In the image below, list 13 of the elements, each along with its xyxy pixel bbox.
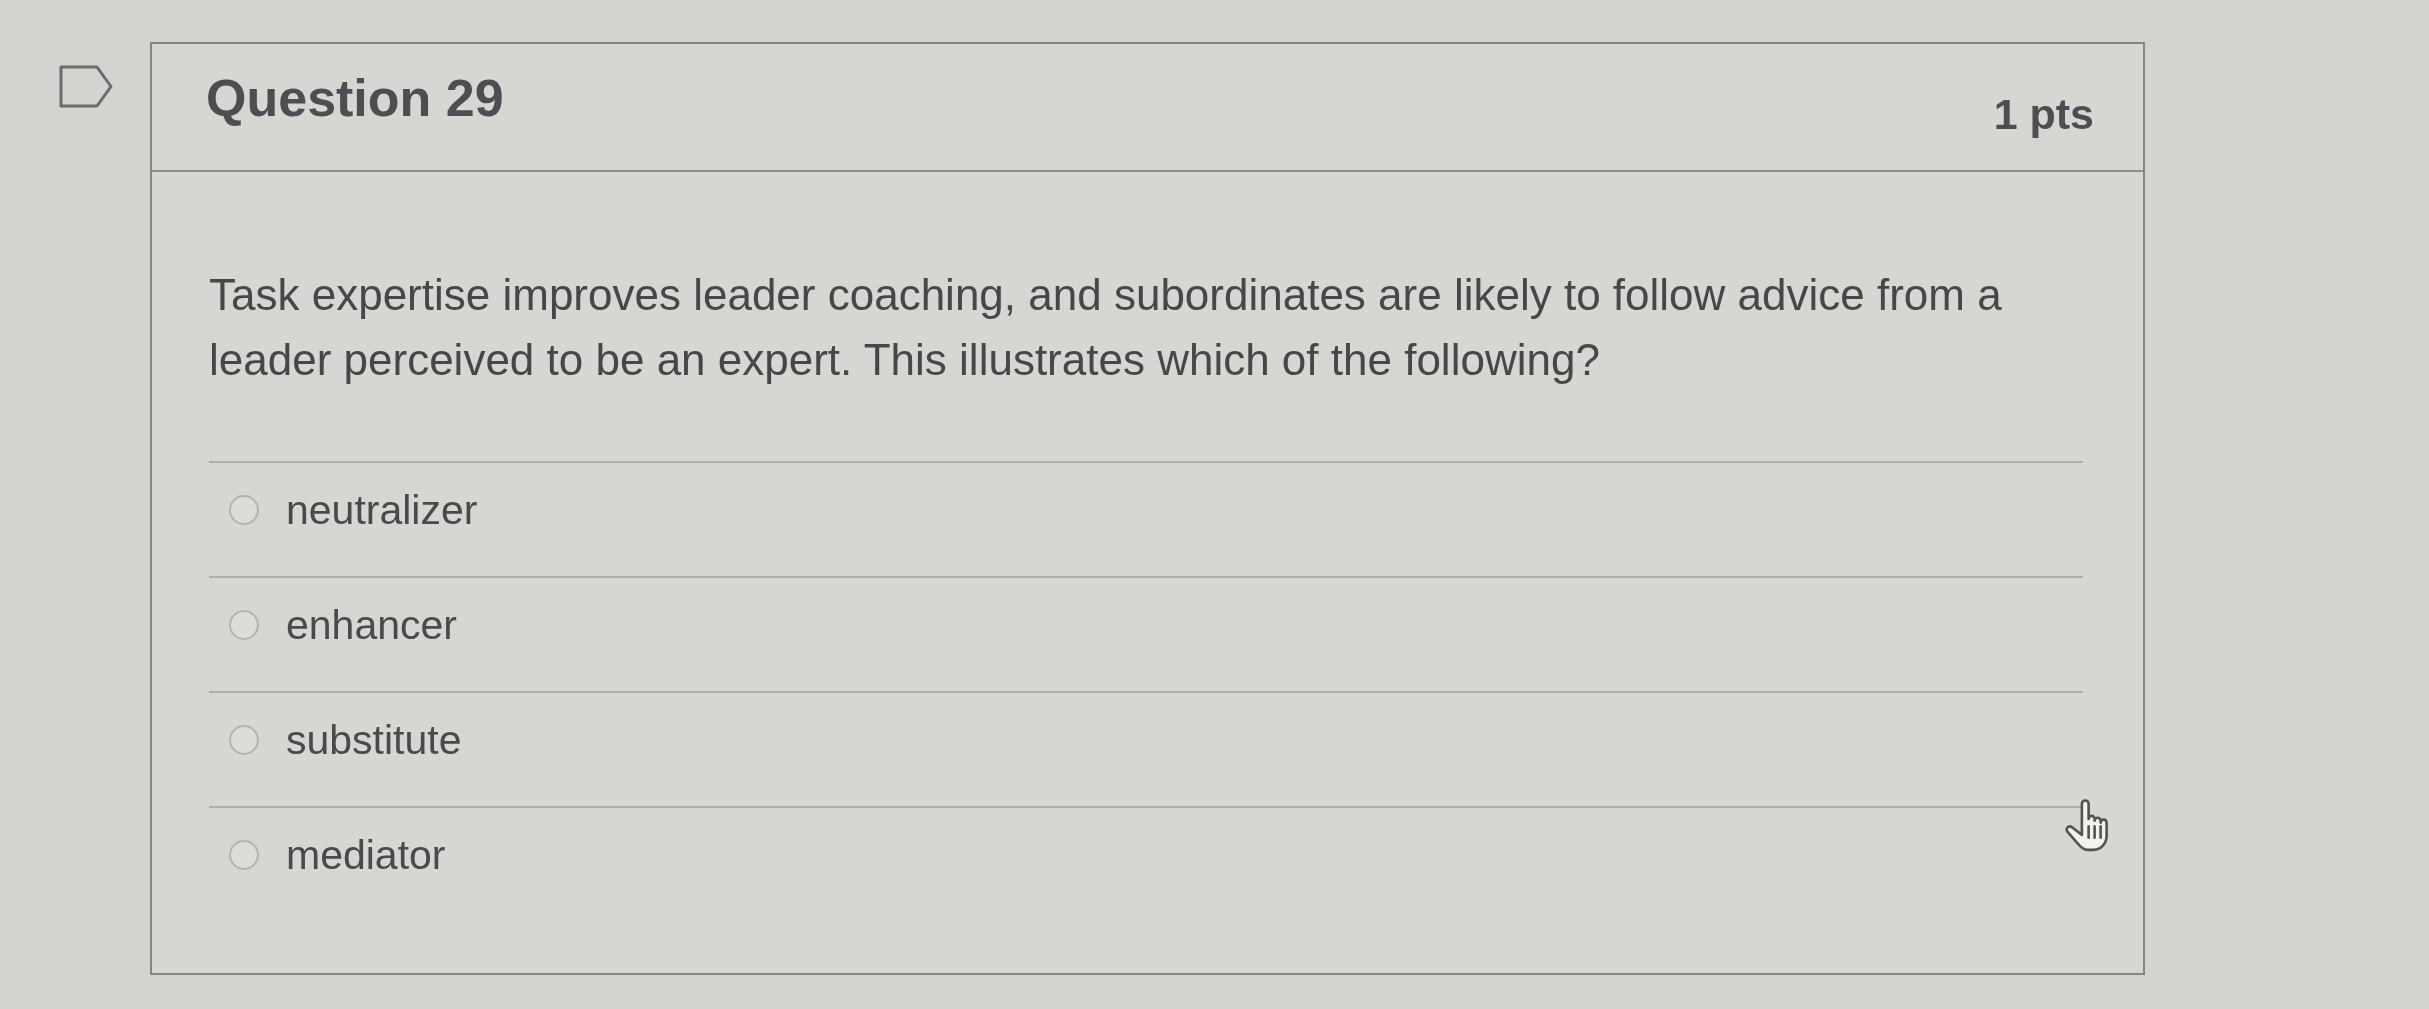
answer-label[interactable]: enhancer	[286, 600, 457, 650]
points-label: 1 pts	[1993, 92, 2094, 136]
question-text: Task expertise improves leader coaching, and subordinates are likely to follow advice from a leader perceived to be an expert. This illustrates which of the following?	[209, 269, 2003, 386]
radio-button[interactable]	[229, 725, 259, 755]
hand-cursor-icon	[2065, 798, 2110, 852]
radio-button[interactable]	[229, 495, 259, 525]
answer-label[interactable]: neutralizer	[286, 485, 478, 535]
answer-label[interactable]: substitute	[286, 715, 462, 765]
answer-label[interactable]: mediator	[286, 830, 446, 880]
question-title: Question 29	[206, 72, 504, 124]
radio-button[interactable]	[229, 610, 259, 640]
radio-button[interactable]	[229, 840, 259, 870]
flag-icon[interactable]	[59, 65, 113, 108]
